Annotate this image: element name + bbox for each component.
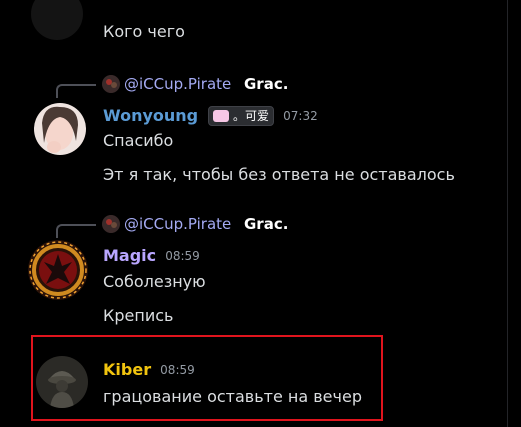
reply-mention[interactable]: @iCCup.Pirate xyxy=(124,214,231,234)
role-tag-label: 。可爱 xyxy=(233,109,270,123)
username[interactable]: Kiber xyxy=(103,358,151,382)
message-text: Кого чего xyxy=(103,22,185,41)
heart-icon xyxy=(213,109,230,122)
avatar[interactable] xyxy=(31,0,83,40)
message-header: Magic 08:59 xyxy=(103,244,200,268)
message-header: Kiber 08:59 xyxy=(103,358,195,382)
avatar[interactable] xyxy=(36,356,88,408)
scrollbar-track[interactable] xyxy=(507,0,508,427)
timestamp[interactable]: 08:59 xyxy=(160,363,195,377)
timestamp[interactable]: 08:59 xyxy=(165,249,200,263)
message-text: Соболезную xyxy=(103,272,206,291)
message-text: грацование оставьте на вечер xyxy=(103,387,362,406)
timestamp[interactable]: 07:32 xyxy=(283,109,318,123)
message-text: Крепись xyxy=(103,306,174,325)
role-tag[interactable]: 。可爱 xyxy=(208,106,275,126)
avatar[interactable] xyxy=(34,103,86,155)
reply-mention[interactable]: @iCCup.Pirate xyxy=(124,74,231,94)
message-text: Спасибо xyxy=(103,131,174,150)
reply-spine xyxy=(56,84,96,98)
horde-emblem-avatar[interactable] xyxy=(28,240,88,300)
message-text: Эт я так, чтобы без ответа не оставалось xyxy=(103,165,455,184)
reply-text[interactable]: Grac. xyxy=(244,74,288,94)
pirate-avatar-icon[interactable] xyxy=(102,75,120,93)
reply-text[interactable]: Grac. xyxy=(244,214,288,234)
reply-spine xyxy=(56,224,96,238)
pirate-avatar-icon[interactable] xyxy=(102,215,120,233)
message-header: Wonyoung 。可爱 07:32 xyxy=(103,104,318,128)
username[interactable]: Wonyoung xyxy=(103,104,198,128)
username[interactable]: Magic xyxy=(103,244,156,268)
